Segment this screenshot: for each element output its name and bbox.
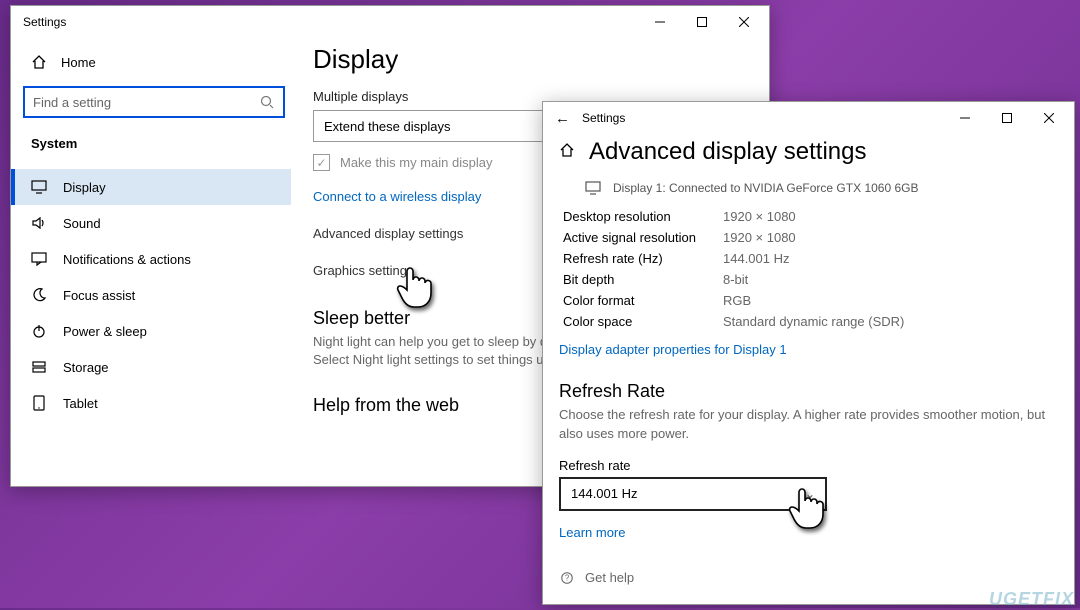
home-icon	[31, 54, 47, 70]
sidebar: Home System Display Sound Notifications …	[11, 38, 291, 486]
page-title: Advanced display settings	[589, 138, 867, 166]
search-input[interactable]	[33, 95, 259, 110]
select-value: 144.001 Hz	[571, 486, 638, 501]
sidebar-item-label: Tablet	[63, 396, 98, 411]
search-box[interactable]	[23, 86, 285, 118]
watermark: UGETFIX	[989, 589, 1074, 610]
learn-more-link[interactable]: Learn more	[559, 525, 625, 540]
refresh-rate-body: Choose the refresh rate for your display…	[559, 406, 1058, 444]
home-label: Home	[61, 55, 96, 70]
display-info-line: Display 1: Connected to NVIDIA GeForce G…	[585, 180, 1058, 196]
select-value: Extend these displays	[324, 119, 450, 134]
info-row-desktop-resolution: Desktop resolution1920 × 1080	[563, 206, 1058, 227]
help-icon: ?	[559, 570, 575, 586]
info-row-active-resolution: Active signal resolution1920 × 1080	[563, 227, 1058, 248]
display-info-text: Display 1: Connected to NVIDIA GeForce G…	[613, 181, 918, 195]
sidebar-item-storage[interactable]: Storage	[11, 349, 291, 385]
sidebar-item-power-sleep[interactable]: Power & sleep	[11, 313, 291, 349]
maximize-button[interactable]	[986, 103, 1028, 133]
refresh-rate-select[interactable]: 144.001 Hz ⌄	[559, 477, 827, 511]
sidebar-item-tablet[interactable]: Tablet	[11, 385, 291, 421]
search-icon	[259, 94, 275, 110]
tablet-icon	[31, 395, 47, 411]
home-icon[interactable]	[559, 142, 575, 162]
maximize-button[interactable]	[681, 7, 723, 37]
sidebar-item-label: Display	[63, 180, 106, 195]
info-row-color-space: Color spaceStandard dynamic range (SDR)	[563, 311, 1058, 332]
refresh-rate-label: Refresh rate	[559, 458, 1058, 473]
info-row-color-format: Color formatRGB	[563, 290, 1058, 311]
sidebar-item-label: Power & sleep	[63, 324, 147, 339]
titlebar-back: Settings	[11, 6, 769, 38]
window-controls	[639, 7, 765, 37]
speaker-icon	[31, 215, 47, 231]
minimize-button[interactable]	[639, 7, 681, 37]
section-label: System	[23, 130, 291, 169]
message-icon	[31, 251, 47, 267]
moon-icon	[31, 287, 47, 303]
svg-text:?: ?	[565, 573, 570, 582]
sidebar-item-label: Focus assist	[63, 288, 135, 303]
info-row-bit-depth: Bit depth8-bit	[563, 269, 1058, 290]
power-icon	[31, 323, 47, 339]
info-row-refresh-rate: Refresh rate (Hz)144.001 Hz	[563, 248, 1058, 269]
refresh-rate-heading: Refresh Rate	[559, 381, 1058, 402]
nav-list: Display Sound Notifications & actions Fo…	[11, 169, 291, 421]
sidebar-item-sound[interactable]: Sound	[11, 205, 291, 241]
minimize-button[interactable]	[944, 103, 986, 133]
sidebar-item-label: Storage	[63, 360, 109, 375]
sidebar-item-focus-assist[interactable]: Focus assist	[11, 277, 291, 313]
storage-icon	[31, 359, 47, 375]
window-controls	[944, 103, 1070, 133]
sidebar-item-label: Sound	[63, 216, 101, 231]
settings-window-front: ← Settings Advanced display settings Dis…	[542, 101, 1075, 605]
sidebar-item-label: Notifications & actions	[63, 252, 191, 267]
window-title: Settings	[582, 111, 625, 125]
titlebar-front: ← Settings	[543, 102, 1074, 134]
close-button[interactable]	[723, 7, 765, 37]
page-title: Display	[313, 44, 747, 75]
multiple-displays-select[interactable]: Extend these displays ⌄	[313, 110, 569, 142]
front-header: Advanced display settings	[559, 134, 1058, 172]
monitor-icon	[585, 180, 601, 196]
checkbox-icon: ✓	[313, 154, 330, 171]
sidebar-item-display[interactable]: Display	[11, 169, 291, 205]
home-link[interactable]: Home	[23, 46, 291, 78]
get-help-row[interactable]: ? Get help	[559, 570, 1058, 586]
checkbox-label: Make this my main display	[340, 155, 492, 170]
window-title: Settings	[23, 15, 66, 29]
adapter-properties-link[interactable]: Display adapter properties for Display 1	[559, 342, 787, 357]
monitor-icon	[31, 179, 47, 195]
chevron-down-icon: ⌄	[805, 487, 815, 501]
back-button[interactable]: ←	[555, 110, 570, 127]
sidebar-item-notifications[interactable]: Notifications & actions	[11, 241, 291, 277]
display-info-table: Desktop resolution1920 × 1080 Active sig…	[563, 206, 1058, 332]
get-help-label: Get help	[585, 570, 634, 585]
close-button[interactable]	[1028, 103, 1070, 133]
